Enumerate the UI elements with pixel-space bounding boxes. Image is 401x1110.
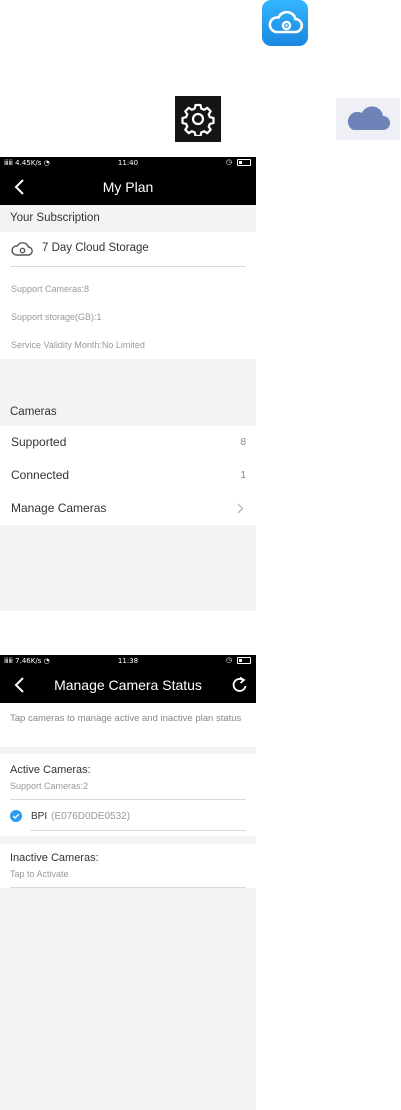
- camera-item[interactable]: BPI (E076D0DE0532): [10, 808, 130, 824]
- manage-camera-status-screen: ⅲⅲ 7.46K/s ◔ 11:38 ◷ Manage Camera Statu…: [0, 655, 256, 1110]
- divider: [30, 830, 246, 831]
- connected-value: 1: [240, 470, 246, 481]
- alarm-icon: ◷: [225, 656, 232, 664]
- support-cameras-text: Support Cameras:8: [11, 284, 90, 294]
- nav-bar: Manage Camera Status: [0, 667, 256, 703]
- my-plan-screen: ⅲⅲ 4.45K/s ◔ 11:40 ◷ My Plan Your Subscr…: [0, 157, 256, 611]
- page-title: My Plan: [102, 179, 154, 195]
- alarm-icon: ◷: [225, 158, 232, 166]
- inactive-cameras-subtitle: Tap to Activate: [10, 869, 69, 879]
- battery-icon: [237, 656, 251, 664]
- instruction-text: Tap cameras to manage active and inactiv…: [0, 703, 256, 747]
- subscription-header: Your Subscription: [0, 205, 256, 232]
- active-cameras-title: Active Cameras:: [10, 764, 91, 776]
- connected-row: Connected 1: [0, 459, 256, 492]
- settings-gear-icon[interactable]: [175, 96, 221, 142]
- inactive-cameras-section[interactable]: Inactive Cameras: Tap to Activate: [0, 844, 256, 888]
- supported-value: 8: [240, 437, 246, 448]
- nav-bar: My Plan: [0, 169, 256, 205]
- inactive-cameras-title: Inactive Cameras:: [10, 852, 99, 864]
- active-cameras-section: Active Cameras: Support Cameras:2 BPI (E…: [0, 754, 256, 828]
- cloud-storage-icon[interactable]: [336, 98, 400, 140]
- clock: 11:38: [117, 657, 139, 665]
- support-storage-text: Support storage(GB):1: [11, 312, 102, 322]
- active-cameras-subtitle: Support Cameras:2: [10, 781, 89, 791]
- connected-label: Connected: [11, 468, 70, 482]
- manage-cameras-label: Manage Cameras: [11, 501, 107, 515]
- supported-row: Supported 8: [0, 426, 256, 459]
- subscription-panel: 7 Day Cloud Storage Support Cameras:8 Su…: [0, 232, 256, 359]
- cameras-header: Cameras: [0, 399, 256, 426]
- manage-cameras-row[interactable]: Manage Cameras: [0, 492, 256, 525]
- check-circle-icon: [10, 810, 22, 822]
- supported-label: Supported: [11, 435, 67, 449]
- camera-id: (E076D0DE0532): [51, 810, 131, 822]
- divider: [10, 887, 246, 888]
- service-validity-text: Service Validity Month:No Limited: [11, 340, 145, 350]
- chevron-right-icon: [237, 503, 244, 514]
- status-bar: ⅲⅲ 4.45K/s ◔ 11:40 ◷: [0, 157, 256, 169]
- clock: 11:40: [117, 159, 139, 167]
- status-bar: ⅲⅲ 7.46K/s ◔ 11:38 ◷: [0, 655, 256, 667]
- page-title: Manage Camera Status: [54, 677, 202, 693]
- cloud-eye-icon: [268, 11, 303, 34]
- camera-name: BPI: [31, 810, 48, 822]
- divider: [10, 266, 246, 267]
- refresh-icon[interactable]: [230, 675, 250, 695]
- gear-icon: [181, 103, 215, 136]
- divider: [10, 799, 246, 800]
- cloud-app-icon[interactable]: [262, 0, 308, 46]
- battery-icon: [237, 158, 251, 166]
- cloud-eye-outline-icon: [11, 242, 33, 256]
- plan-name: 7 Day Cloud Storage: [42, 242, 149, 254]
- cloud-icon: [347, 106, 390, 130]
